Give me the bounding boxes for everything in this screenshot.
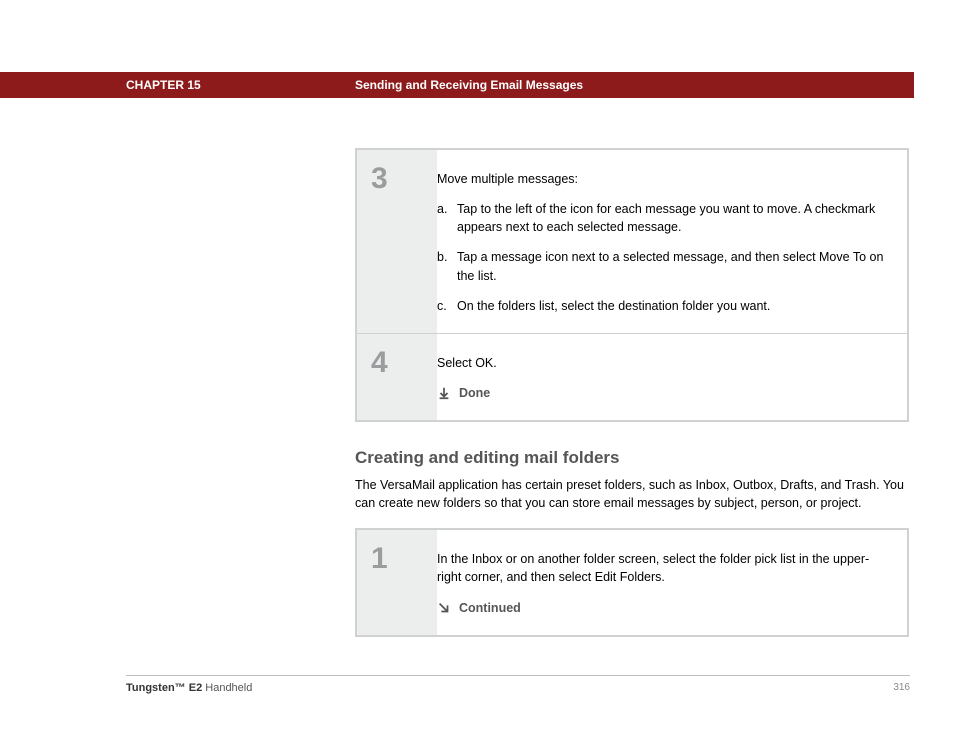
done-icon xyxy=(437,386,451,400)
step-box-a: 3 Move multiple messages: a. Tap to the … xyxy=(355,148,909,422)
sub-letter: a. xyxy=(437,200,457,236)
chapter-title: Sending and Receiving Email Messages xyxy=(355,78,583,92)
sub-text: Tap to the left of the icon for each mes… xyxy=(457,200,887,236)
step-body: In the Inbox or on another folder screen… xyxy=(437,530,907,634)
sub-letter: b. xyxy=(437,248,457,284)
continued-indicator: Continued xyxy=(437,599,887,617)
section-paragraph: The VersaMail application has certain pr… xyxy=(355,476,909,512)
step-number: 3 xyxy=(357,150,437,333)
step-body: Select OK. Done xyxy=(437,334,907,420)
page-footer: Tungsten™ E2 Handheld 316 xyxy=(126,675,910,694)
continued-label: Continued xyxy=(459,599,521,617)
sub-item: b. Tap a message icon next to a selected… xyxy=(437,248,887,284)
page-number: 316 xyxy=(893,682,910,694)
chapter-header: CHAPTER 15 Sending and Receiving Email M… xyxy=(0,72,954,98)
header-gap xyxy=(914,72,954,98)
sub-letter: c. xyxy=(437,297,457,315)
section-heading: Creating and editing mail folders xyxy=(355,448,909,468)
content-area: 3 Move multiple messages: a. Tap to the … xyxy=(355,148,909,643)
step-text: Select OK. xyxy=(437,354,887,372)
sub-list: a. Tap to the left of the icon for each … xyxy=(437,200,887,315)
sub-item: c. On the folders list, select the desti… xyxy=(437,297,887,315)
step-box-b: 1 In the Inbox or on another folder scre… xyxy=(355,528,909,636)
step-row-1: 1 In the Inbox or on another folder scre… xyxy=(357,530,907,634)
step-intro: Move multiple messages: xyxy=(437,170,887,188)
step-number: 1 xyxy=(357,530,437,634)
product-name-rest: Handheld xyxy=(202,682,252,694)
step-row-4: 4 Select OK. Done xyxy=(357,334,907,420)
sub-item: a. Tap to the left of the icon for each … xyxy=(437,200,887,236)
footer-product: Tungsten™ E2 Handheld xyxy=(126,682,252,694)
done-indicator: Done xyxy=(437,384,887,402)
sub-text: On the folders list, select the destinat… xyxy=(457,297,887,315)
product-name-bold: Tungsten™ E2 xyxy=(126,682,202,694)
step-row-3: 3 Move multiple messages: a. Tap to the … xyxy=(357,150,907,334)
chapter-label: CHAPTER 15 xyxy=(126,78,201,92)
sub-text: Tap a message icon next to a selected me… xyxy=(457,248,887,284)
continued-icon xyxy=(437,601,451,615)
done-label: Done xyxy=(459,384,490,402)
step-body: Move multiple messages: a. Tap to the le… xyxy=(437,150,907,333)
step-number: 4 xyxy=(357,334,437,420)
step-text: In the Inbox or on another folder screen… xyxy=(437,550,887,586)
